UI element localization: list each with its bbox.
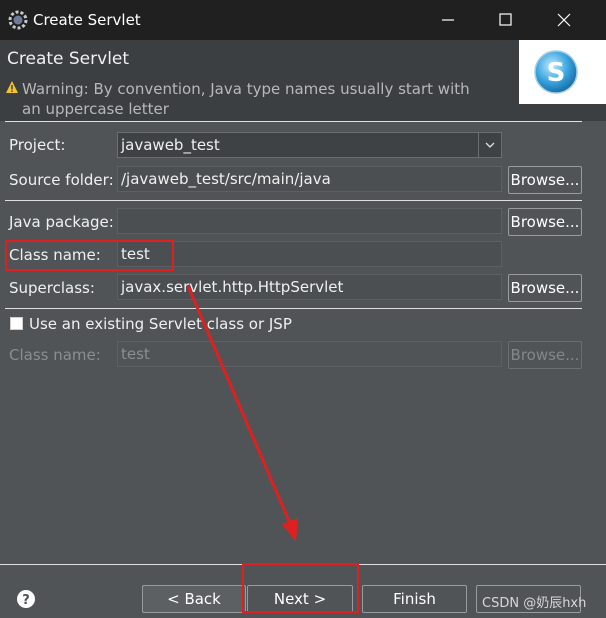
next-button[interactable]: Next >: [247, 585, 353, 613]
svg-text:S: S: [547, 58, 566, 88]
wizard-title: Create Servlet: [7, 49, 130, 69]
project-label: Project:: [9, 136, 66, 154]
use-existing-label[interactable]: Use an existing Servlet class or JSP: [29, 315, 292, 333]
superclass-label: Superclass:: [9, 279, 95, 297]
existing-class-label: Class name:: [9, 346, 101, 364]
window-titlebar: Create Servlet: [0, 0, 606, 40]
java-package-input[interactable]: [117, 208, 502, 234]
servlet-logo: S: [519, 40, 606, 104]
existing-class-browse-button: Browse...: [508, 341, 582, 369]
window-title: Create Servlet: [33, 11, 141, 29]
section-separator-2: [5, 308, 582, 309]
maximize-icon[interactable]: [493, 8, 517, 32]
warning-message: Warning: By convention, Java type names …: [22, 80, 470, 118]
project-combo[interactable]: javaweb_test: [117, 132, 502, 158]
superclass-browse-button[interactable]: Browse...: [508, 274, 582, 302]
existing-class-input: test: [117, 341, 502, 367]
chevron-down-icon[interactable]: [478, 133, 501, 157]
servlet-s-logo-icon: S: [534, 50, 578, 94]
source-folder-label: Source folder:: [9, 171, 114, 189]
superclass-input[interactable]: javax.servlet.http.HttpServlet: [117, 274, 502, 300]
gear-icon: [8, 10, 28, 30]
watermark: CSDN @奶辰hxh: [482, 596, 587, 611]
java-package-browse-button[interactable]: Browse...: [508, 208, 582, 236]
class-name-label: Class name:: [9, 246, 101, 264]
footer-separator: [0, 564, 606, 565]
close-icon[interactable]: [552, 8, 576, 32]
finish-button[interactable]: Finish: [362, 585, 467, 613]
minimize-icon[interactable]: [436, 8, 460, 32]
java-package-label: Java package:: [9, 213, 114, 231]
source-folder-input[interactable]: /javaweb_test/src/main/java: [117, 166, 502, 192]
use-existing-checkbox[interactable]: [10, 317, 23, 330]
header-separator: [5, 121, 582, 122]
back-button[interactable]: < Back: [142, 585, 246, 613]
section-separator-1: [5, 200, 582, 201]
svg-text:?: ?: [22, 593, 30, 608]
source-folder-browse-button[interactable]: Browse...: [508, 166, 582, 194]
help-icon[interactable]: ?: [16, 589, 36, 609]
class-name-input[interactable]: test: [117, 241, 502, 267]
warning-icon: [6, 81, 18, 93]
wizard-header: Create Servlet Warning: By convention, J…: [0, 40, 606, 121]
project-value: javaweb_test: [121, 136, 220, 154]
